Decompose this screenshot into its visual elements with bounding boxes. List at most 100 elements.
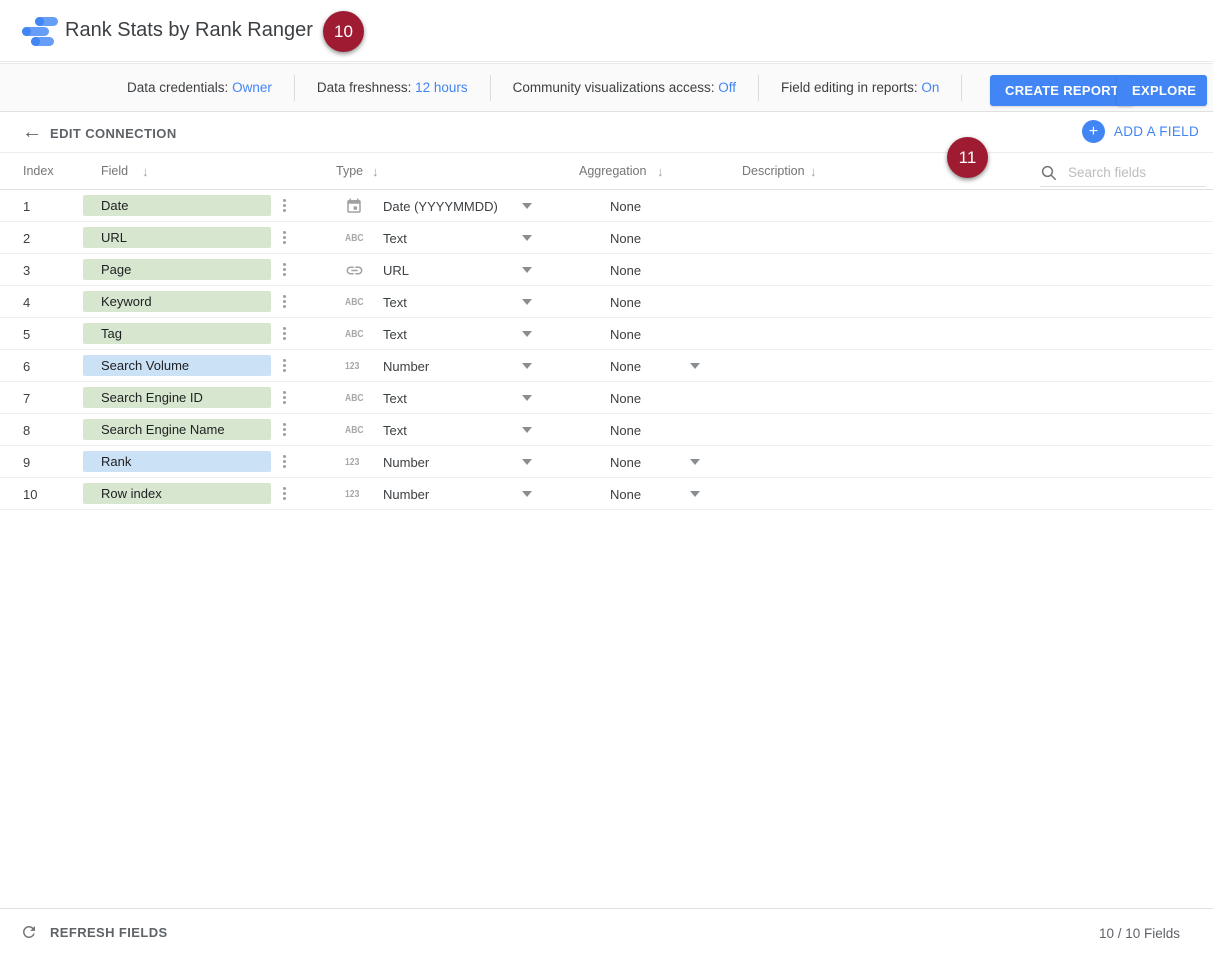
field-name-chip[interactable]: Search Volume bbox=[83, 355, 271, 376]
field-description-cell[interactable] bbox=[742, 350, 1032, 382]
field-options-menu-icon[interactable] bbox=[283, 268, 286, 271]
field-type-icon-holder bbox=[345, 260, 371, 280]
field-options-menu-icon[interactable] bbox=[283, 492, 286, 495]
field-name-chip[interactable]: Date bbox=[83, 195, 271, 216]
refresh-fields-button[interactable]: REFRESH FIELDS bbox=[20, 923, 168, 941]
data-freshness-setting[interactable]: Data freshness: 12 hours bbox=[317, 80, 468, 95]
field-type-select[interactable]: Text bbox=[383, 231, 407, 246]
field-type-select[interactable]: Number bbox=[383, 487, 429, 502]
field-row: 2 URL ABC Text None bbox=[0, 222, 1213, 254]
field-options-menu-icon[interactable] bbox=[283, 332, 286, 335]
sort-arrow-icon[interactable]: ↓ bbox=[142, 164, 149, 179]
field-options-menu-icon[interactable] bbox=[283, 460, 286, 463]
edit-connection-button[interactable]: EDIT CONNECTION bbox=[50, 126, 177, 141]
field-editing-setting[interactable]: Field editing in reports: On bbox=[781, 80, 939, 95]
chevron-down-icon[interactable] bbox=[522, 363, 532, 369]
sort-arrow-icon[interactable]: ↓ bbox=[810, 164, 817, 179]
field-name-chip[interactable]: Search Engine Name bbox=[83, 419, 271, 440]
sort-arrow-icon[interactable]: ↓ bbox=[372, 164, 379, 179]
add-a-field-button[interactable]: + ADD A FIELD bbox=[1082, 120, 1199, 143]
field-options-menu-icon[interactable] bbox=[283, 300, 286, 303]
field-aggregation-select[interactable]: None bbox=[610, 295, 641, 310]
field-name-chip[interactable]: Rank bbox=[83, 451, 271, 472]
field-description-cell[interactable] bbox=[742, 190, 1032, 222]
field-type-select[interactable]: URL bbox=[383, 263, 409, 278]
field-name-chip[interactable]: URL bbox=[83, 227, 271, 248]
field-type-select[interactable]: Date (YYYYMMDD) bbox=[383, 199, 498, 214]
field-description-cell[interactable] bbox=[742, 254, 1032, 286]
divider bbox=[294, 75, 295, 101]
field-aggregation-select[interactable]: None bbox=[610, 455, 641, 470]
chevron-down-icon[interactable] bbox=[522, 395, 532, 401]
field-type-icon-holder: ABC bbox=[345, 420, 371, 440]
create-report-button[interactable]: CREATE REPORT bbox=[990, 75, 1134, 106]
field-description-cell[interactable] bbox=[742, 286, 1032, 318]
field-type-select[interactable]: Text bbox=[383, 295, 407, 310]
field-name-chip[interactable]: Search Engine ID bbox=[83, 387, 271, 408]
field-name-chip[interactable]: Page bbox=[83, 259, 271, 280]
field-options-menu-icon[interactable] bbox=[283, 364, 286, 367]
chevron-down-icon[interactable] bbox=[690, 491, 700, 497]
footer-bar: REFRESH FIELDS 10 / 10 Fields bbox=[0, 908, 1213, 958]
connection-bar: ← EDIT CONNECTION + ADD A FIELD bbox=[0, 113, 1213, 152]
back-arrow-icon[interactable]: ← bbox=[22, 122, 42, 142]
field-aggregation-select[interactable]: None bbox=[610, 231, 641, 246]
field-aggregation-select[interactable]: None bbox=[610, 359, 641, 374]
search-fields-input[interactable] bbox=[1068, 165, 1196, 180]
chevron-down-icon[interactable] bbox=[522, 331, 532, 337]
field-type-select[interactable]: Text bbox=[383, 327, 407, 342]
community-visualizations-setting[interactable]: Community visualizations access: Off bbox=[513, 80, 736, 95]
field-type-icon-holder: 123 bbox=[345, 484, 371, 504]
field-type-select[interactable]: Text bbox=[383, 423, 407, 438]
chevron-down-icon[interactable] bbox=[522, 459, 532, 465]
field-options-menu-icon[interactable] bbox=[283, 428, 286, 431]
field-index: 3 bbox=[23, 263, 30, 278]
field-name-chip[interactable]: Row index bbox=[83, 483, 271, 504]
field-options-menu-icon[interactable] bbox=[283, 204, 286, 207]
abc-icon: ABC bbox=[345, 328, 364, 340]
sort-arrow-icon[interactable]: ↓ bbox=[657, 164, 664, 179]
field-aggregation-select[interactable]: None bbox=[610, 423, 641, 438]
field-description-cell[interactable] bbox=[742, 446, 1032, 478]
chevron-down-icon[interactable] bbox=[522, 491, 532, 497]
column-header-description[interactable]: Description bbox=[742, 164, 805, 178]
data-studio-logo-icon[interactable] bbox=[22, 17, 62, 46]
column-header-type[interactable]: Type bbox=[336, 164, 363, 178]
chevron-down-icon[interactable] bbox=[522, 299, 532, 305]
chevron-down-icon[interactable] bbox=[522, 267, 532, 273]
chevron-down-icon[interactable] bbox=[690, 363, 700, 369]
field-aggregation-select[interactable]: None bbox=[610, 327, 641, 342]
field-name-chip[interactable]: Tag bbox=[83, 323, 271, 344]
field-description-cell[interactable] bbox=[742, 318, 1032, 350]
field-type-select[interactable]: Text bbox=[383, 391, 407, 406]
data-credentials-setting[interactable]: Data credentials: Owner bbox=[127, 80, 272, 95]
field-aggregation-select[interactable]: None bbox=[610, 487, 641, 502]
field-index: 8 bbox=[23, 423, 30, 438]
field-description-cell[interactable] bbox=[742, 382, 1032, 414]
field-type-icon-holder: 123 bbox=[345, 356, 371, 376]
page-title[interactable]: Rank Stats by Rank Ranger bbox=[65, 19, 313, 42]
chevron-down-icon[interactable] bbox=[690, 459, 700, 465]
explore-button[interactable]: EXPLORE bbox=[1117, 75, 1207, 106]
field-row: 1 Date Date (YYYYMMDD) None bbox=[0, 190, 1213, 222]
field-description-cell[interactable] bbox=[742, 222, 1032, 254]
field-type-select[interactable]: Number bbox=[383, 359, 429, 374]
column-header-aggregation[interactable]: Aggregation bbox=[579, 164, 646, 178]
field-aggregation-select[interactable]: None bbox=[610, 263, 641, 278]
field-aggregation-select[interactable]: None bbox=[610, 199, 641, 214]
field-name-chip[interactable]: Keyword bbox=[83, 291, 271, 312]
field-description-cell[interactable] bbox=[742, 414, 1032, 446]
column-header-field[interactable]: Field bbox=[101, 164, 128, 178]
number-icon: 123 bbox=[345, 360, 359, 372]
field-type-icon-holder bbox=[345, 196, 371, 216]
field-options-menu-icon[interactable] bbox=[283, 396, 286, 399]
chevron-down-icon[interactable] bbox=[522, 427, 532, 433]
field-options-menu-icon[interactable] bbox=[283, 236, 286, 239]
field-aggregation-select[interactable]: None bbox=[610, 391, 641, 406]
data-studio-field-editor: Rank Stats by Rank Ranger 10 R Data cred… bbox=[0, 0, 1213, 958]
field-description-cell[interactable] bbox=[742, 478, 1032, 510]
field-type-select[interactable]: Number bbox=[383, 455, 429, 470]
number-icon: 123 bbox=[345, 488, 359, 500]
chevron-down-icon[interactable] bbox=[522, 203, 532, 209]
chevron-down-icon[interactable] bbox=[522, 235, 532, 241]
